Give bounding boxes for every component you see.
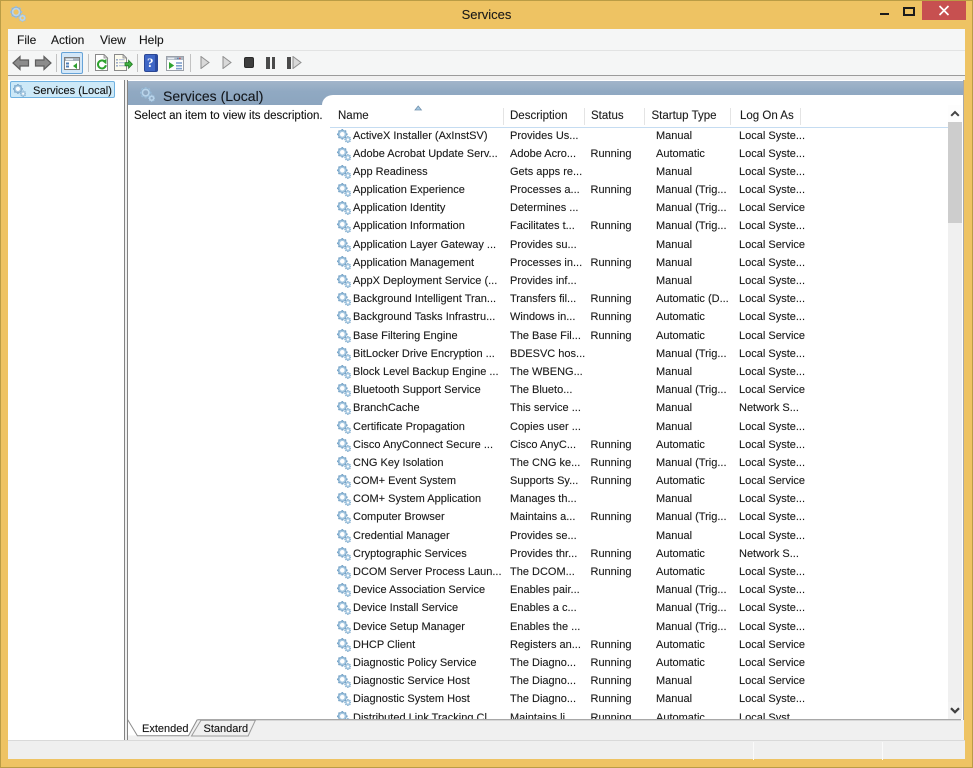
svg-text:?: ? [147,55,154,70]
